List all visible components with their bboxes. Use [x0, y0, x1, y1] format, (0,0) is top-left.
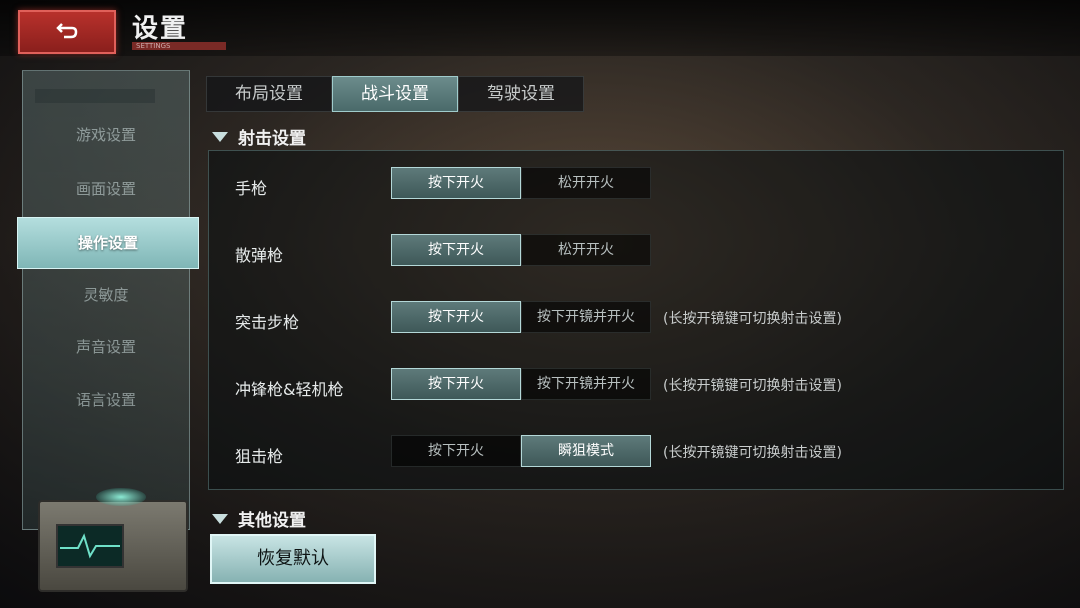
option-release-fire[interactable]: 松开开火 — [521, 234, 651, 266]
section-header-shooting: 射击设置 — [212, 124, 306, 149]
triangle-down-icon — [212, 514, 228, 524]
section-header-other: 其他设置 — [212, 506, 306, 531]
restore-default-button[interactable]: 恢复默认 — [210, 534, 376, 584]
sidebar-item-graphics[interactable]: 画面设置 — [23, 169, 189, 209]
tab-bar: 布局设置 战斗设置 驾驶设置 — [206, 76, 584, 112]
top-bar: 设置 SETTINGS — [0, 0, 1080, 56]
return-arrow-icon — [56, 23, 78, 39]
tab-driving[interactable]: 驾驶设置 — [458, 76, 584, 112]
option-press-fire[interactable]: 按下开火 — [391, 368, 521, 400]
device-glow — [96, 488, 146, 506]
sidebar-item-language[interactable]: 语言设置 — [23, 380, 189, 420]
option-press-fire[interactable]: 按下开火 — [391, 234, 521, 266]
option-press-fire[interactable]: 按下开火 — [391, 301, 521, 333]
back-button[interactable] — [18, 10, 116, 54]
option-press-fire[interactable]: 按下开火 — [391, 167, 521, 199]
setting-row-pistol: 手枪 按下开火 松开开火 — [209, 167, 1063, 201]
triangle-down-icon — [212, 132, 228, 142]
page-subtitle: SETTINGS — [132, 42, 226, 50]
shooting-settings-panel: 手枪 按下开火 松开开火 散弹枪 按下开火 松开开火 突击步枪 按下开火 按下开… — [208, 150, 1064, 490]
sidebar: 游戏设置 画面设置 操作设置 灵敏度 声音设置 语言设置 — [17, 70, 199, 530]
option-release-fire[interactable]: 松开开火 — [521, 167, 651, 199]
heartbeat-icon — [60, 533, 120, 559]
option-scope-and-fire[interactable]: 按下开镜并开火 — [521, 368, 651, 400]
option-quick-scope[interactable]: 瞬狙模式 — [521, 435, 651, 467]
setting-row-sniper: 狙击枪 按下开火 瞬狙模式 (长按开镜键可切换射击设置) — [209, 435, 1063, 469]
page-title: 设置 — [132, 14, 189, 44]
row-label: 狙击枪 — [235, 447, 284, 466]
row-label: 手枪 — [235, 179, 268, 198]
row-label: 突击步枪 — [235, 313, 300, 332]
sidebar-item-sound[interactable]: 声音设置 — [23, 327, 189, 367]
tab-layout[interactable]: 布局设置 — [206, 76, 332, 112]
device-screen — [56, 524, 124, 568]
setting-row-smg-lmg: 冲锋枪&轻机枪 按下开火 按下开镜并开火 (长按开镜键可切换射击设置) — [209, 368, 1063, 402]
setting-row-assault-rifle: 突击步枪 按下开火 按下开镜并开火 (长按开镜键可切换射击设置) — [209, 301, 1063, 335]
section-title: 射击设置 — [238, 129, 306, 149]
sidebar-header-decoration — [35, 89, 155, 103]
hint-text: (长按开镜键可切换射击设置) — [663, 445, 842, 461]
option-scope-and-fire[interactable]: 按下开镜并开火 — [521, 301, 651, 333]
hint-text: (长按开镜键可切换射击设置) — [663, 378, 842, 394]
row-label: 散弹枪 — [235, 246, 284, 265]
setting-row-shotgun: 散弹枪 按下开火 松开开火 — [209, 234, 1063, 268]
sidebar-item-game[interactable]: 游戏设置 — [23, 115, 189, 155]
hint-text: (长按开镜键可切换射击设置) — [663, 311, 842, 327]
tab-combat[interactable]: 战斗设置 — [332, 76, 458, 112]
option-press-fire[interactable]: 按下开火 — [391, 435, 521, 467]
sidebar-item-sensitivity[interactable]: 灵敏度 — [23, 275, 189, 315]
radio-device-decoration — [38, 488, 188, 592]
row-label: 冲锋枪&轻机枪 — [235, 380, 344, 399]
sidebar-item-controls[interactable]: 操作设置 — [17, 217, 199, 269]
section-title: 其他设置 — [238, 511, 306, 531]
